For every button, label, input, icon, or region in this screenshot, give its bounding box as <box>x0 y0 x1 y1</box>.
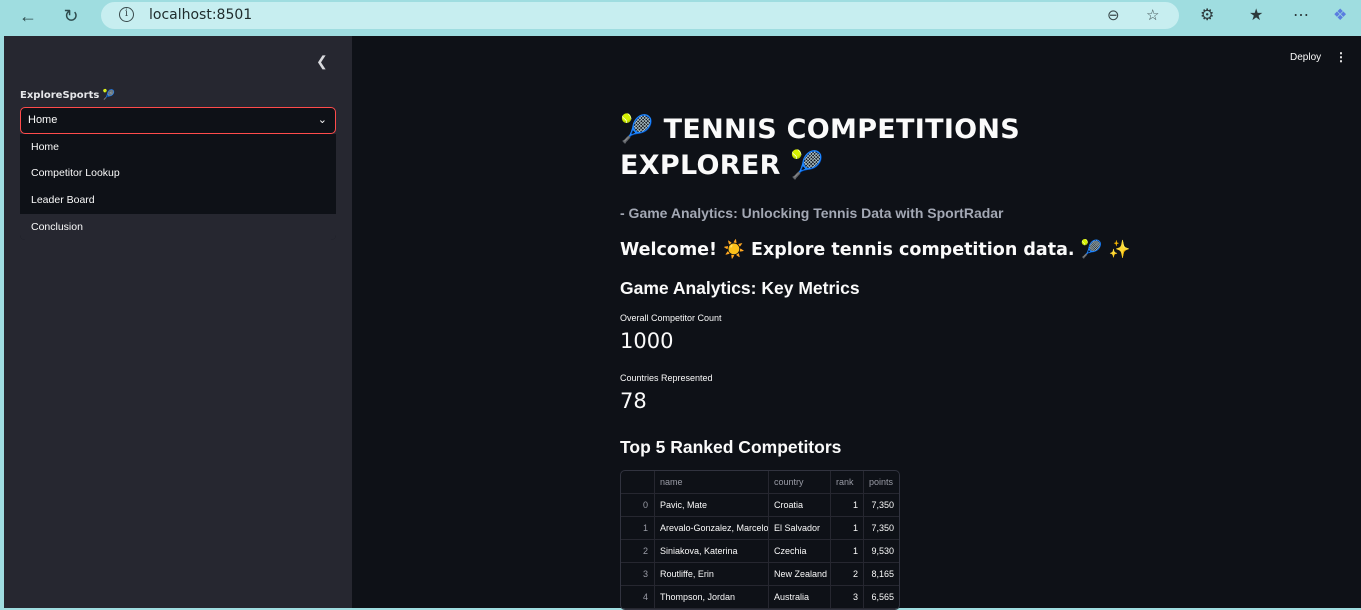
table-row[interactable]: 1 Arevalo-Gonzalez, Marcelo El Salvador … <box>621 517 899 540</box>
cell-name[interactable]: Arevalo-Gonzalez, Marcelo <box>655 517 769 540</box>
info-icon[interactable]: i <box>119 7 134 22</box>
cell-index: 2 <box>621 540 655 563</box>
welcome-heading: Welcome! ☀️ Explore tennis competition d… <box>620 240 1131 260</box>
metric-label-competitors: Overall Competitor Count <box>620 313 722 323</box>
cell-index: 3 <box>621 563 655 586</box>
column-header-country[interactable]: country <box>769 471 831 494</box>
star-icon[interactable]: ☆ <box>1146 6 1159 24</box>
table-row[interactable]: 3 Routliffe, Erin New Zealand 2 8,165 <box>621 563 899 586</box>
cell-country[interactable]: Croatia <box>769 494 831 517</box>
page-title: 🎾 TENNIS COMPETITIONS EXPLORER 🎾 <box>620 112 1050 184</box>
title-line-2: EXPLORER 🎾 <box>620 150 825 181</box>
page-subtitle: - Game Analytics: Unlocking Tennis Data … <box>620 205 1004 221</box>
zoom-out-icon[interactable]: ⊖ <box>1107 6 1120 24</box>
column-header-name[interactable]: name <box>655 471 769 494</box>
deploy-button[interactable]: Deploy <box>1290 52 1321 63</box>
cell-rank[interactable]: 1 <box>831 517 864 540</box>
cell-rank[interactable]: 3 <box>831 586 864 609</box>
more-icon[interactable]: ⋯ <box>1293 5 1309 25</box>
cell-name[interactable]: Thompson, Jordan <box>655 586 769 609</box>
option-competitor-lookup[interactable]: Competitor Lookup <box>20 160 336 186</box>
cell-index: 0 <box>621 494 655 517</box>
extensions-icon[interactable]: ⚙ <box>1200 5 1214 25</box>
table-header-row: name country rank points <box>621 471 899 494</box>
cell-name[interactable]: Pavic, Mate <box>655 494 769 517</box>
option-conclusion[interactable]: Conclusion <box>20 214 336 240</box>
cell-country[interactable]: New Zealand <box>769 563 831 586</box>
metric-label-countries: Countries Represented <box>620 373 713 383</box>
back-arrow-icon[interactable]: ← <box>15 4 41 28</box>
competitors-table[interactable]: name country rank points 0 Pavic, Mate C… <box>620 470 900 610</box>
cell-rank[interactable]: 2 <box>831 563 864 586</box>
browser-toolbar: ← ↻ i localhost:8501 ⊖ ☆ ⚙ ★ ⋯ ❖ <box>0 0 1361 34</box>
option-home[interactable]: Home <box>20 134 336 160</box>
table-heading: Top 5 Ranked Competitors <box>620 437 842 457</box>
cell-index: 1 <box>621 517 655 540</box>
url-text[interactable]: localhost:8501 <box>149 7 252 23</box>
reload-icon[interactable]: ↻ <box>58 4 84 28</box>
favorites-icon[interactable]: ★ <box>1249 5 1263 25</box>
cell-rank[interactable]: 1 <box>831 494 864 517</box>
column-header-points[interactable]: points <box>864 471 899 494</box>
metric-value-countries: 78 <box>620 389 647 413</box>
column-header-index[interactable] <box>621 471 655 494</box>
option-leader-board[interactable]: Leader Board <box>20 187 336 213</box>
cell-points[interactable]: 6,565 <box>864 586 899 609</box>
main-area: Deploy ⋮ 🎾 TENNIS COMPETITIONS EXPLORER … <box>352 36 1361 610</box>
cell-rank[interactable]: 1 <box>831 540 864 563</box>
table-row[interactable]: 2 Siniakova, Katerina Czechia 1 9,530 <box>621 540 899 563</box>
metric-value-competitors: 1000 <box>620 329 674 353</box>
streamlit-app: ❮ ExploreSports 🎾 Home ⌄ Home Competitor… <box>4 36 1361 610</box>
table-row[interactable]: 4 Thompson, Jordan Australia 3 6,565 <box>621 586 899 609</box>
select-value: Home <box>28 114 58 126</box>
main-menu-icon[interactable]: ⋮ <box>1335 50 1347 64</box>
table-row[interactable]: 0 Pavic, Mate Croatia 1 7,350 <box>621 494 899 517</box>
cell-points[interactable]: 7,350 <box>864 494 899 517</box>
cell-points[interactable]: 8,165 <box>864 563 899 586</box>
sidebar: ❮ ExploreSports 🎾 Home ⌄ Home Competitor… <box>4 36 352 608</box>
cell-country[interactable]: El Salvador <box>769 517 831 540</box>
column-header-rank[interactable]: rank <box>831 471 864 494</box>
page-select[interactable]: Home ⌄ <box>20 107 336 134</box>
cell-country[interactable]: Czechia <box>769 540 831 563</box>
select-label: ExploreSports 🎾 <box>20 90 116 101</box>
cell-points[interactable]: 9,530 <box>864 540 899 563</box>
cell-name[interactable]: Siniakova, Katerina <box>655 540 769 563</box>
metrics-heading: Game Analytics: Key Metrics <box>620 278 860 298</box>
cell-country[interactable]: Australia <box>769 586 831 609</box>
copilot-icon[interactable]: ❖ <box>1333 5 1347 25</box>
chevron-down-icon[interactable]: ⌄ <box>318 113 327 126</box>
address-bar[interactable]: i localhost:8501 ⊖ ☆ <box>101 2 1179 29</box>
cell-points[interactable]: 7,350 <box>864 517 899 540</box>
cell-index: 4 <box>621 586 655 609</box>
select-dropdown-menu: Home Competitor Lookup Leader Board Conc… <box>20 134 336 240</box>
cell-name[interactable]: Routliffe, Erin <box>655 563 769 586</box>
title-line-1: 🎾 TENNIS COMPETITIONS <box>620 114 1021 145</box>
collapse-sidebar-icon[interactable]: ❮ <box>316 53 328 70</box>
